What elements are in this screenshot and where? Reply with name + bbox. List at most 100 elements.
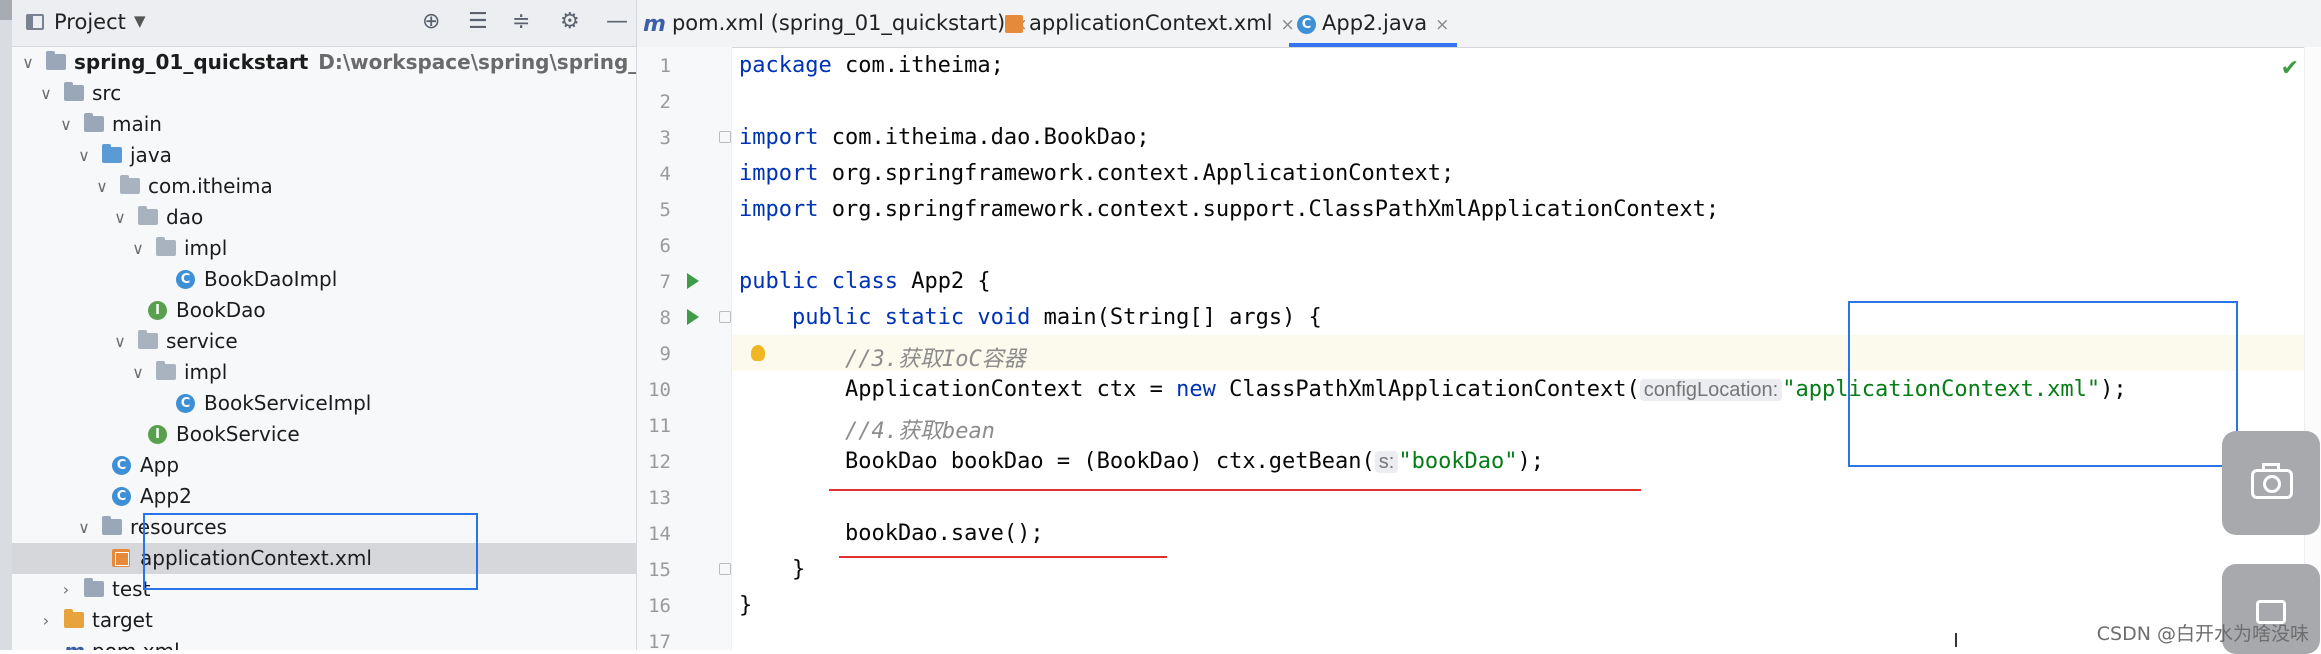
- keyword: new: [1176, 377, 1216, 402]
- keyword: import: [739, 125, 819, 150]
- code-line-15: }: [739, 557, 805, 582]
- package-icon: [156, 237, 176, 256]
- tree-item-label: target: [92, 608, 153, 632]
- screenshot-button[interactable]: [2222, 431, 2320, 535]
- run-main-icon[interactable]: [687, 309, 699, 325]
- camera-icon-lens: [2263, 475, 2281, 493]
- tree-item-bookdao[interactable]: I BookDao: [12, 295, 636, 326]
- module-path: D:\workspace\spring\spring_01_quic: [318, 50, 637, 74]
- annotation-underline: [829, 489, 1641, 491]
- interface-icon: I: [148, 301, 167, 320]
- code-text: org.springframework.context.ApplicationC…: [818, 161, 1455, 186]
- chevron-down-icon[interactable]: ∨: [20, 47, 36, 78]
- tree-item-module[interactable]: ∨ spring_01_quickstart D:\workspace\sprin…: [12, 47, 636, 78]
- tree-item-label: main: [112, 112, 162, 136]
- code-line-11: //4.获取bean: [739, 413, 995, 445]
- tree-item-pom[interactable]: m pom.xml: [12, 636, 636, 650]
- tree-item-label: com.itheima: [148, 174, 273, 198]
- code-line-16: }: [739, 593, 752, 618]
- close-icon[interactable]: ×: [1435, 15, 1449, 35]
- maven-icon: m: [643, 11, 666, 37]
- line-number: 14: [648, 523, 671, 545]
- line-number: 6: [659, 235, 671, 257]
- code-editor: mpom.xml (spring_01_quickstart)× applica…: [637, 0, 2321, 653]
- code-line-7: public class App2 {: [739, 269, 991, 294]
- chevron-down-icon[interactable]: ∨: [130, 233, 146, 264]
- line-number: 3: [659, 127, 671, 149]
- line-number: 12: [648, 451, 671, 473]
- expand-all-icon[interactable]: ≑: [512, 10, 530, 34]
- runnable-class-icon: C: [112, 487, 131, 506]
- chevron-down-icon[interactable]: ∨: [38, 78, 54, 109]
- tree-item-label: src: [92, 81, 122, 105]
- chevron-right-icon[interactable]: ›: [58, 574, 74, 605]
- project-view-title[interactable]: Project: [54, 10, 126, 34]
- tree-item-java[interactable]: ∨ java: [12, 140, 636, 171]
- tree-item-com-itheima[interactable]: ∨ com.itheima: [12, 171, 636, 202]
- class-icon: C: [176, 270, 195, 289]
- tree-item-main[interactable]: ∨ main: [12, 109, 636, 140]
- parameter-hint: configLocation:: [1639, 379, 1783, 401]
- chevron-down-icon[interactable]: ∨: [94, 171, 110, 202]
- chevron-down-icon[interactable]: ∨: [130, 357, 146, 388]
- code-line-14: bookDao.save();: [739, 521, 1044, 546]
- code-line-4: import org.springframework.context.Appli…: [739, 161, 1454, 186]
- line-number: 10: [648, 379, 671, 401]
- fold-icon[interactable]: [719, 563, 731, 575]
- tab-pom-xml[interactable]: mpom.xml (spring_01_quickstart)×: [643, 0, 1027, 47]
- tree-item-service-impl[interactable]: ∨ impl: [12, 357, 636, 388]
- comment: //4.获取bean: [844, 419, 995, 444]
- tree-item-bookservice[interactable]: I BookService: [12, 419, 636, 450]
- tree-item-label: service: [166, 329, 238, 353]
- tree-item-app2[interactable]: C App2: [12, 481, 636, 512]
- tab-app2-java[interactable]: C App2.java ×: [1289, 0, 1458, 47]
- collapse-all-icon[interactable]: ☰: [468, 10, 488, 34]
- package-icon: [120, 175, 140, 194]
- tree-item-app[interactable]: C App: [12, 450, 636, 481]
- minimize-icon[interactable]: —: [606, 10, 628, 34]
- chevron-down-icon[interactable]: ∨: [76, 512, 92, 543]
- run-class-icon[interactable]: [687, 273, 699, 289]
- chevron-down-icon[interactable]: ∨: [112, 202, 128, 233]
- tree-item-label: BookDaoImpl: [204, 267, 338, 291]
- code-line-8: public static void main(String[] args) {: [739, 305, 1322, 330]
- resources-folder-icon: [102, 516, 122, 535]
- chevron-down-icon[interactable]: ∨: [76, 140, 92, 171]
- package-icon: [156, 361, 176, 380]
- tree-item-label: App2: [140, 484, 192, 508]
- gear-icon[interactable]: ⚙: [560, 10, 580, 34]
- annotation-box-config: [1848, 301, 2238, 467]
- chevron-down-icon[interactable]: ▼: [134, 12, 146, 30]
- class-icon: C: [176, 394, 195, 413]
- target-icon[interactable]: ⊕: [422, 10, 440, 34]
- class-icon: C: [1297, 14, 1316, 34]
- chevron-down-icon[interactable]: ∨: [112, 326, 128, 357]
- tree-item-target[interactable]: › target: [12, 605, 636, 636]
- fold-icon[interactable]: [719, 131, 731, 143]
- tab-label: applicationContext.xml: [1029, 11, 1273, 35]
- folder-icon: [84, 113, 104, 132]
- line-number: 5: [659, 199, 671, 221]
- tree-item-dao-impl[interactable]: ∨ impl: [12, 233, 636, 264]
- fold-icon[interactable]: [719, 311, 731, 323]
- editor-scrollbar[interactable]: [2304, 47, 2321, 650]
- chevron-right-icon[interactable]: ›: [38, 605, 54, 636]
- tree-item-bookdaoimpl[interactable]: C BookDaoImpl: [12, 264, 636, 295]
- tree-item-src[interactable]: ∨ src: [12, 78, 636, 109]
- text-cursor: [1955, 633, 1957, 647]
- code-text: ClassPathXmlApplicationContext(: [1215, 377, 1640, 402]
- tree-item-bookserviceimpl[interactable]: C BookServiceImpl: [12, 388, 636, 419]
- inspection-ok-icon[interactable]: ✔: [2281, 56, 2299, 81]
- tree-item-label: pom.xml: [92, 636, 180, 650]
- code-line-1: package com.itheima;: [739, 53, 1004, 78]
- tree-item-dao[interactable]: ∨ dao: [12, 202, 636, 233]
- module-folder-icon: [46, 51, 66, 70]
- tab-applicationcontext-xml[interactable]: applicationContext.xml ×: [1005, 0, 1295, 47]
- runnable-class-icon: C: [112, 456, 131, 475]
- chevron-down-icon[interactable]: ∨: [58, 109, 74, 140]
- tree-item-label: App: [140, 453, 180, 477]
- tree-item-service[interactable]: ∨ service: [12, 326, 636, 357]
- tree-item-label: BookDao: [176, 298, 266, 322]
- code-text: App2 {: [897, 269, 991, 294]
- line-number: 4: [659, 163, 671, 185]
